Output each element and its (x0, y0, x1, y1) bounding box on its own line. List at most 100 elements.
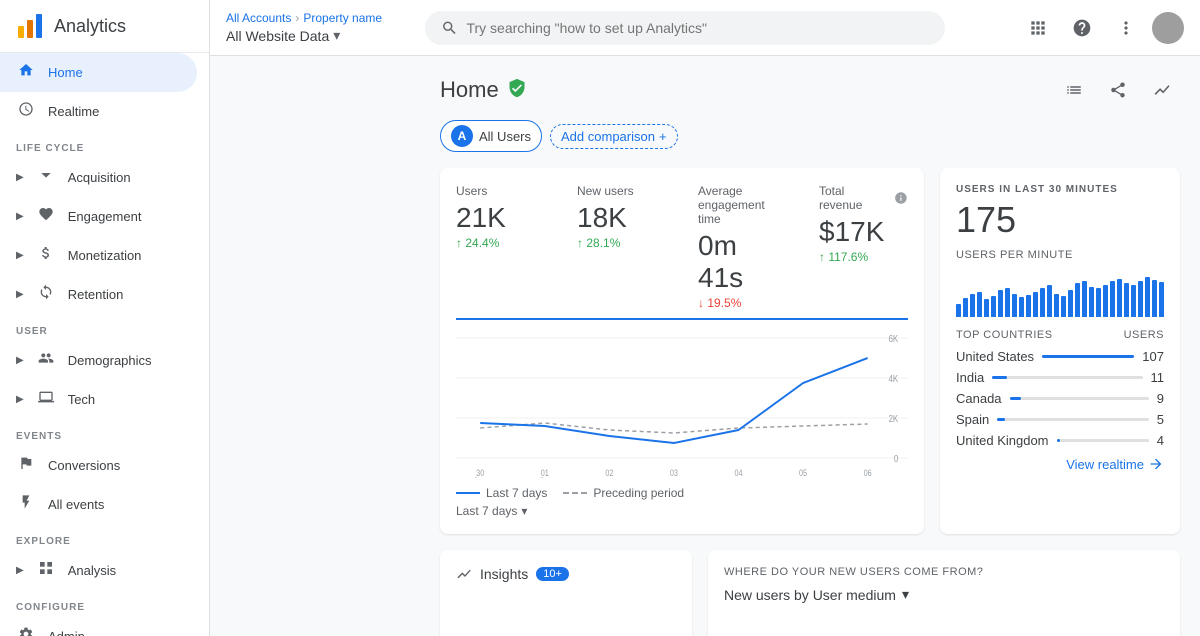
insights-card: Insights 10+ (440, 550, 692, 636)
sidebar-item-retention[interactable]: ▶ Retention (0, 275, 209, 314)
insights-badge: 10+ (536, 567, 569, 581)
property-selector[interactable]: All Website Data ▾ (226, 27, 382, 44)
svg-text:Sep: Sep (474, 476, 487, 478)
metric-users[interactable]: Users 21K 24.4% (456, 184, 545, 310)
analytics-logo-icon (16, 12, 44, 40)
insights-header: Insights 10+ (456, 566, 676, 582)
sidebar-item-acquisition[interactable]: ▶ Acquisition (0, 158, 209, 197)
mini-bar-item (1089, 287, 1094, 317)
sidebar-item-conversions[interactable]: Conversions (0, 446, 197, 485)
main-analytics-card: Users 21K 24.4% New users 18K (440, 168, 924, 534)
sidebar-item-admin[interactable]: Admin (0, 617, 197, 636)
country-name-uk: United Kingdom (956, 433, 1049, 448)
sidebar-item-monetization[interactable]: ▶ Monetization (0, 236, 209, 275)
svg-text:Oct: Oct (539, 476, 551, 478)
metric-revenue[interactable]: Total revenue $17K 117.6% (819, 184, 908, 310)
country-row-canada[interactable]: Canada 9 (956, 391, 1164, 406)
date-range-dropdown-icon: ▾ (521, 504, 527, 518)
sidebar-item-engagement[interactable]: ▶ Engagement (0, 197, 209, 236)
metric-new-users-change: 28.1% (577, 236, 666, 250)
add-comparison-label: Add comparison (561, 129, 655, 144)
mini-bar-item (1103, 285, 1108, 317)
sidebar-item-demographics[interactable]: ▶ Demographics (0, 341, 209, 380)
property-selector-label: All Website Data (226, 28, 329, 44)
chart-legend: Last 7 days Preceding period (456, 486, 908, 500)
sidebar-item-analysis[interactable]: ▶ Analysis (0, 551, 209, 590)
metric-new-users-value: 18K (577, 202, 666, 234)
metrics-row: Users 21K 24.4% New users 18K (456, 184, 908, 320)
country-row-spain[interactable]: Spain 5 (956, 412, 1164, 427)
metric-new-users-label: New users (577, 184, 666, 198)
sidebar-item-all-events[interactable]: All events (0, 485, 197, 524)
metric-engagement[interactable]: Average engagement time 0m 41s 19.5% (698, 184, 787, 310)
engagement-icon (36, 206, 56, 227)
view-realtime-link[interactable]: View realtime (956, 456, 1164, 472)
country-row-india[interactable]: India 11 (956, 370, 1164, 385)
events-icon (16, 494, 36, 515)
search-input[interactable] (466, 20, 929, 36)
users-per-minute-chart (956, 269, 1164, 317)
new-users-dropdown[interactable]: New users by User medium ▾ (724, 586, 1164, 603)
country-bar-wrap-us (1042, 355, 1134, 358)
sidebar-item-home[interactable]: Home (0, 53, 197, 92)
help-icon-btn[interactable] (1064, 10, 1100, 46)
country-row-us[interactable]: United States 107 (956, 349, 1164, 364)
mini-bar-item (1138, 281, 1143, 317)
svg-text:4K: 4K (888, 373, 898, 384)
country-users-us: 107 (1142, 349, 1164, 364)
sidebar-item-home-label: Home (48, 65, 83, 80)
chevron-right-icon: ▶ (16, 172, 24, 183)
legend-dashed: Preceding period (563, 486, 684, 500)
add-comparison-btn[interactable]: Add comparison + (550, 124, 678, 149)
conversions-icon (16, 455, 36, 476)
metric-engagement-change: 19.5% (698, 296, 787, 310)
sidebar-item-realtime[interactable]: Realtime (0, 92, 197, 131)
country-bar-wrap-spain (997, 418, 1149, 421)
dropdown-icon: ▾ (333, 27, 340, 44)
sidebar-item-tech[interactable]: ▶ Tech (0, 380, 209, 419)
page-title-text: Home (440, 77, 499, 103)
search-icon (441, 19, 458, 37)
sidebar-item-tech-label: Tech (68, 392, 95, 407)
section-explore: EXPLORE (0, 524, 209, 551)
line-chart: 6K 4K 2K 0 30 Sep 01 Oct 02 03 04 (456, 328, 908, 478)
country-bar-wrap-india (992, 376, 1142, 379)
section-events: EVENTS (0, 419, 209, 446)
admin-icon (16, 626, 36, 636)
svg-text:03: 03 (670, 468, 678, 478)
all-users-pill[interactable]: A All Users (440, 120, 542, 152)
chevron-right-icon-tech: ▶ (16, 394, 24, 405)
arrow-right-icon (1148, 456, 1164, 472)
search-bar[interactable] (425, 11, 945, 45)
metric-new-users[interactable]: New users 18K 28.1% (577, 184, 666, 310)
mini-bar-item (991, 296, 996, 317)
more-vert-icon-btn[interactable] (1108, 10, 1144, 46)
mini-bar-item (1117, 279, 1122, 317)
mini-bar-item (1159, 282, 1164, 317)
svg-text:02: 02 (605, 468, 613, 478)
insights-label: Insights (480, 566, 528, 582)
svg-text:05: 05 (799, 468, 807, 478)
mini-bar-item (1082, 281, 1087, 317)
breadcrumb-property-name[interactable]: Property name (303, 11, 382, 25)
insights-btn[interactable] (1144, 72, 1180, 108)
section-lifecycle: LIFE CYCLE (0, 131, 209, 158)
sidebar-item-all-events-label: All events (48, 497, 104, 512)
plus-icon: + (659, 129, 667, 144)
share-btn[interactable] (1100, 72, 1136, 108)
mini-bar-item (977, 292, 982, 317)
breadcrumb-all-accounts[interactable]: All Accounts (226, 11, 291, 25)
app-name: Analytics (54, 16, 126, 37)
legend-solid: Last 7 days (456, 486, 547, 500)
legend-dashed-line (563, 492, 587, 494)
mini-bar-item (1131, 285, 1136, 317)
customize-report-btn[interactable] (1056, 72, 1092, 108)
page-verified-icon (507, 78, 527, 103)
country-row-uk[interactable]: United Kingdom 4 (956, 433, 1164, 448)
filter-bar: A All Users Add comparison + (440, 120, 1180, 152)
users-column-label: USERS (1124, 329, 1164, 341)
avatar[interactable] (1152, 12, 1184, 44)
apps-icon-btn[interactable] (1020, 10, 1056, 46)
page-header: Home (440, 72, 1180, 108)
date-range-selector[interactable]: Last 7 days ▾ (456, 504, 908, 518)
